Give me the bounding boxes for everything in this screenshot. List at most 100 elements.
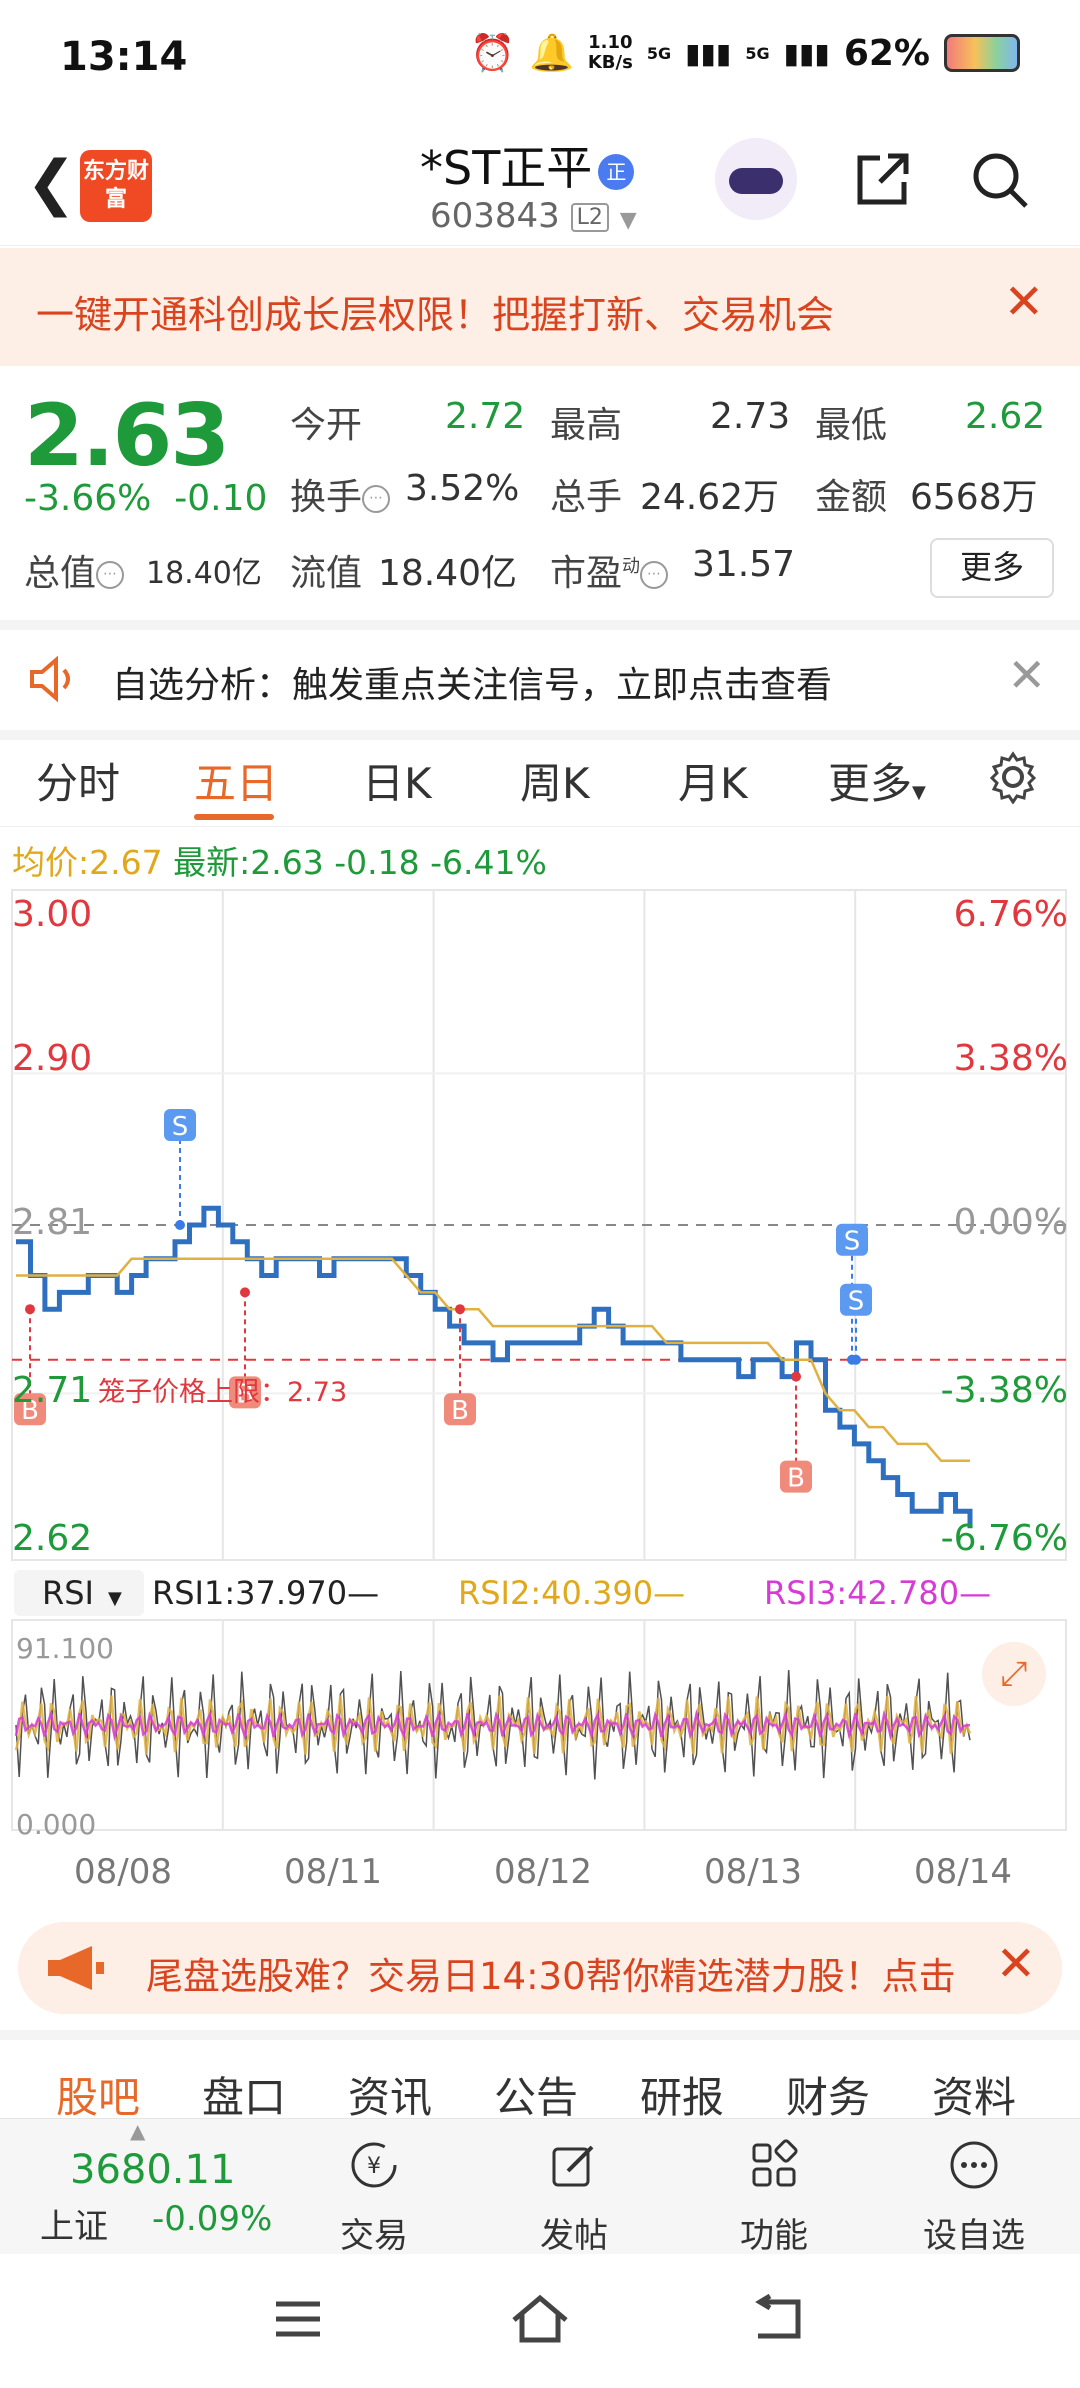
tab-weekly-k[interactable]: 周K: [520, 750, 590, 811]
y-tick-right: 3.38%: [953, 1038, 1068, 1079]
signal-bars-1: ▮▮▮: [685, 36, 732, 70]
stock-code[interactable]: 603843 L2 ▼: [430, 196, 637, 236]
active-tab-indicator: [194, 814, 274, 820]
index-change[interactable]: -0.09%: [152, 2199, 272, 2239]
x-label: 08/11: [284, 1852, 382, 1892]
amount-value: 6568万: [910, 477, 1038, 518]
trade-marker-dot: [25, 1304, 35, 1315]
tab-intraday[interactable]: 分时: [36, 750, 120, 811]
y-tick-right: -6.76%: [940, 1518, 1068, 1559]
tab-news[interactable]: 资讯: [348, 2064, 432, 2125]
bottom-promo-text[interactable]: 尾盘选股难？交易日14:30帮你精选潜力股！点击: [146, 1946, 976, 2000]
notice-text[interactable]: 自选分析：触发重点关注信号，立即点击查看: [112, 656, 832, 708]
tab-five-day[interactable]: 五日: [194, 750, 278, 811]
tab-monthly-k[interactable]: 月K: [678, 750, 748, 811]
low-value: 2.62: [965, 396, 1046, 437]
tab-research[interactable]: 研报: [640, 2064, 724, 2125]
back-icon[interactable]: ❮: [26, 148, 76, 218]
trade-marker-dot: [851, 1354, 861, 1365]
close-icon[interactable]: ✕: [1004, 274, 1044, 330]
back-nav-icon[interactable]: [748, 2294, 806, 2344]
mcap-label: 总值 ⋯: [24, 544, 125, 596]
more-button[interactable]: 更多: [930, 538, 1054, 598]
grid-icon: [752, 2139, 798, 2187]
float-value: 18.40亿: [378, 553, 518, 594]
promo-banner[interactable]: 一键开通科创成长层权限！把握打新、交易机会 ✕: [0, 248, 1080, 366]
tab-pankou[interactable]: 盘口: [202, 2064, 286, 2125]
y-tick-right: 6.76%: [953, 894, 1068, 935]
info-icon[interactable]: ⋯: [96, 561, 125, 589]
tab-announcement[interactable]: 公告: [494, 2064, 578, 2125]
trade-marker-dot: [791, 1371, 801, 1382]
float-label: 流值: [290, 553, 363, 594]
tab-guba[interactable]: 股吧: [56, 2064, 140, 2125]
tab-profile[interactable]: 资料: [932, 2064, 1016, 2125]
tab-finance[interactable]: 财务: [786, 2064, 870, 2125]
trade-marker-dot: [455, 1304, 465, 1315]
chevron-down-icon: ▼: [107, 1588, 122, 1609]
trade-marker-label: B: [451, 1396, 469, 1426]
price-change: -3.66% -0.10: [24, 478, 268, 519]
promo-text[interactable]: 一键开通科创成长层权限！把握打新、交易机会: [36, 284, 834, 339]
low-label: 最低: [815, 405, 888, 446]
last-label: 最新:: [173, 843, 251, 882]
nav-post[interactable]: 发帖: [504, 2139, 644, 2257]
search-icon[interactable]: [968, 148, 1032, 212]
tab-more[interactable]: 更多▼: [828, 750, 926, 811]
assistant-robot-icon[interactable]: [715, 138, 797, 220]
bottom-promo-banner[interactable]: 尾盘选股难？交易日14:30帮你精选潜力股！点击 ✕: [18, 1922, 1062, 2014]
rsi-top-value: 91.100: [16, 1632, 114, 1665]
info-icon[interactable]: ⋯: [362, 485, 391, 513]
status-bar: 13:14 ⏰ 🔔 1.10 KB/s 5G ▮▮▮ 5G ▮▮▮ 62%: [0, 0, 1080, 110]
bell-icon: 🔔: [529, 33, 574, 74]
tab-daily-k[interactable]: 日K: [362, 750, 432, 811]
series-line-price: [16, 1205, 973, 1529]
trade-marker-label: S: [172, 1112, 189, 1142]
nav-functions[interactable]: 功能: [704, 2139, 844, 2257]
analysis-notice[interactable]: 自选分析：触发重点关注信号，立即点击查看 ✕: [0, 620, 1080, 740]
y-tick-left: 2.81: [12, 1202, 93, 1243]
five-day-chart[interactable]: BSBBBSS 3.00 2.90 2.81 2.71 2.62 6.76% 3…: [0, 880, 1080, 1920]
index-value[interactable]: 3680.11: [70, 2147, 235, 2193]
y-tick-left: 2.90: [12, 1038, 93, 1079]
avg-value: 2.67: [89, 843, 163, 882]
trade-marker-label: S: [844, 1227, 861, 1257]
stock-header: ❮ 东方财富 *ST正平正 603843 L2 ▼: [0, 110, 1080, 246]
close-icon[interactable]: ✕: [1007, 648, 1046, 702]
x-label: 08/13: [704, 1852, 802, 1892]
turnover-value: 3.52%: [405, 468, 520, 509]
battery-icon: [944, 34, 1020, 72]
share-icon[interactable]: [850, 148, 914, 212]
indicator-select[interactable]: RSI ▼: [14, 1570, 144, 1616]
gear-icon[interactable]: [986, 750, 1040, 804]
chart-tabs: 分时 五日 日K 周K 月K 更多▼: [0, 730, 1080, 827]
signal-icon-2: 5G: [745, 43, 770, 63]
x-label: 08/12: [494, 1852, 592, 1892]
nav-add-watchlist[interactable]: 设自选: [904, 2139, 1044, 2257]
high-value: 2.73: [710, 396, 791, 437]
chevron-down-icon: ▼: [619, 208, 637, 233]
more-dots-icon: [950, 2141, 998, 2189]
edit-icon: [552, 2145, 594, 2187]
high-label: 最高: [550, 405, 623, 446]
content-tabs: 股吧 盘口 资讯 公告 研报 财务 资料: [0, 2030, 1080, 2130]
caret-up-icon: ▲: [130, 2119, 146, 2143]
stock-name[interactable]: *ST正平正: [420, 132, 635, 198]
open-value: 2.72: [445, 396, 526, 437]
app-logo[interactable]: 东方财富: [80, 150, 152, 222]
expand-icon[interactable]: ⤢: [982, 1642, 1046, 1706]
menu-icon[interactable]: [270, 2294, 326, 2344]
close-icon[interactable]: ✕: [996, 1936, 1036, 1992]
trade-marker-dot: [175, 1220, 185, 1230]
svg-text:¥: ¥: [367, 2154, 381, 2179]
nav-trade[interactable]: ¥ 交易: [304, 2139, 444, 2257]
megaphone-icon: [48, 1946, 104, 1990]
speaker-icon: [30, 655, 70, 703]
volume-label: 总手: [550, 477, 623, 518]
info-icon[interactable]: ⋯: [640, 561, 669, 589]
y-tick-right: 0.00%: [953, 1202, 1068, 1243]
home-icon[interactable]: [508, 2290, 572, 2346]
pe-label: 市盈动 ⋯: [550, 544, 669, 596]
trade-marker-label: B: [787, 1464, 805, 1494]
index-name[interactable]: 上证: [40, 2199, 108, 2248]
